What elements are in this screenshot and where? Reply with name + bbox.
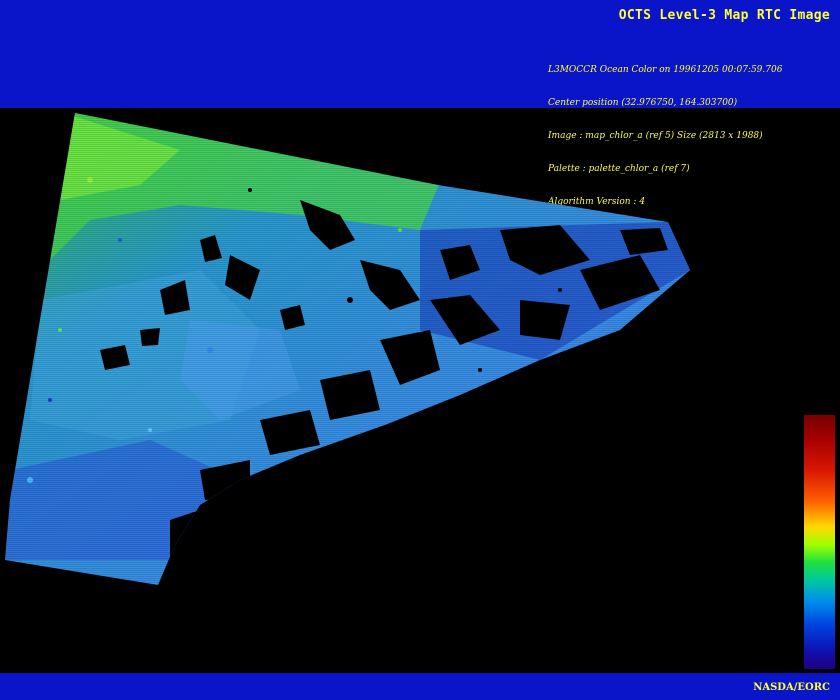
image-title: OCTS Level-3 Map RTC Image bbox=[618, 8, 830, 23]
metadata-line-product: L3MOCCR Ocean Color on 19961205 00:07:59… bbox=[548, 65, 783, 75]
data-swath bbox=[5, 113, 690, 585]
color-scale-bar bbox=[804, 415, 835, 669]
footer-banner: NASDA/EORC bbox=[0, 673, 840, 700]
chlorophyll-map-image bbox=[5, 113, 690, 585]
header-banner: OCTS Level-3 Map RTC Image L3MOCCR Ocean… bbox=[0, 0, 840, 207]
credit-label: NASDA/EORC bbox=[753, 682, 830, 693]
